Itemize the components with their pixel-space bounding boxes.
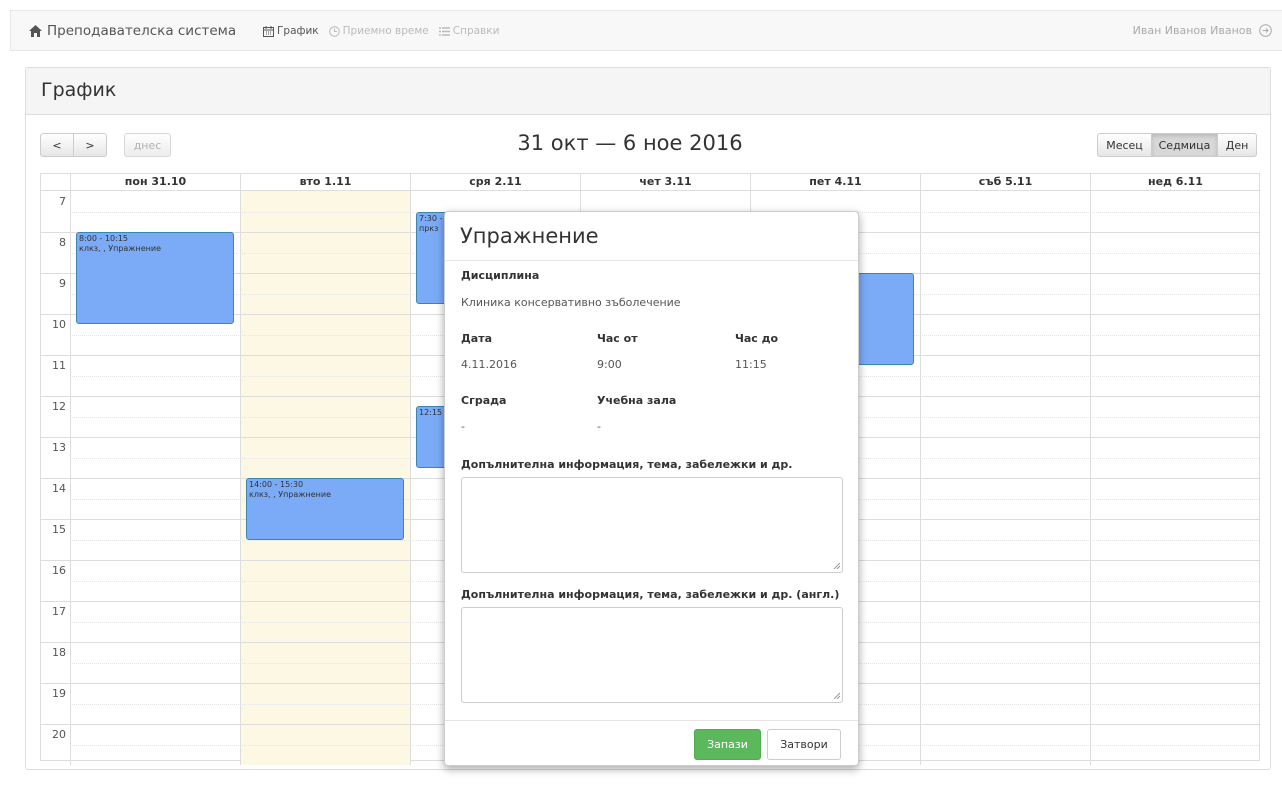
view-week-button[interactable]: Седмица [1151,133,1218,157]
day-header: вто 1.11 [240,174,410,190]
resize-grip-icon[interactable] [833,562,840,569]
today-button-group: днес [124,133,171,157]
hour-label: 17 [52,605,66,618]
list-icon [438,26,450,36]
nav-office-hours[interactable]: Приемно време [328,25,429,37]
info-en-label: Допълнителна информация, тема, забележки… [461,588,840,601]
panel-heading: График [26,68,1270,115]
hour-label: 19 [52,687,66,700]
day-header: пет 4.11 [750,174,920,190]
page-title: График [41,79,117,101]
hour-label: 8 [59,236,66,249]
calendar-event[interactable]: 8:00 - 10:15 клкз, , Упражнение [76,232,234,325]
hour-label: 15 [52,523,66,536]
navbar: Преподавателска система График Приемно в… [10,10,1282,51]
nav-button-group: < > [40,133,107,157]
prev-week-button[interactable]: < [40,133,74,157]
next-week-button[interactable]: > [73,133,107,157]
date-value: 4.11.2016 [461,358,517,371]
hour-label: 20 [52,728,66,741]
hour-label: 7 [59,195,66,208]
event-time: 8:00 - 10:15 [79,234,128,243]
building-value: - [461,420,465,433]
nav-reports-label: Справки [452,25,500,37]
day-header: нед 6.11 [1090,174,1260,190]
user-name: Иван Иванов Иванов [1132,24,1252,37]
modal-title: Упражнение [460,224,599,248]
hour-label: 18 [52,646,66,659]
calendar-event[interactable]: 14:00 - 15:30 клкз, , Упражнение [246,478,404,540]
building-label: Сграда [461,394,507,407]
room-label: Учебна зала [597,394,677,407]
day-header: съб 5.11 [920,174,1090,190]
day-header: пон 31.10 [70,174,240,190]
close-button[interactable]: Затвори [767,729,841,760]
info-en-textarea[interactable] [461,607,843,703]
hour-label: 10 [52,318,66,331]
time-from-label: Час от [597,332,638,345]
time-from-value: 9:00 [597,358,622,371]
time-to-value: 11:15 [735,358,767,371]
hour-label: 13 [52,441,66,454]
discipline-label: Дисциплина [461,269,540,282]
discipline-value: Клиника консервативно зъболечение [461,296,681,309]
view-month-button[interactable]: Месец [1097,133,1152,157]
resize-grip-icon[interactable] [833,692,840,699]
date-label: Дата [461,332,493,345]
view-button-group: Месец Седмица Ден [1097,133,1257,157]
event-title: клкз, , Упражнение [79,244,161,253]
brand-label: Преподавателска система [47,23,237,39]
nav-schedule[interactable]: График [263,25,319,37]
today-button[interactable]: днес [124,133,171,157]
brand-link[interactable]: Преподавателска система [29,23,236,39]
hour-label: 14 [52,482,66,495]
modal-footer-divider [445,720,858,721]
info-label: Допълнителна информация, тема, забележки… [461,458,793,471]
hour-label: 12 [52,400,66,413]
nav-schedule-label: График [277,25,319,37]
hour-label: 9 [59,277,66,290]
nav-links: График Приемно време Справки [263,25,499,37]
nav-office-hours-label: Приемно време [342,25,429,37]
save-button[interactable]: Запази [694,729,761,760]
logout-icon[interactable] [1259,24,1272,37]
day-header: чет 3.11 [580,174,750,190]
hour-label: 16 [52,564,66,577]
info-textarea[interactable] [461,477,843,573]
modal-header-divider [445,260,858,261]
home-icon [29,25,42,37]
day-header: сря 2.11 [410,174,580,190]
event-modal: Упражнение Дисциплина Клиника консервати… [444,211,859,766]
nav-reports[interactable]: Справки [438,25,500,37]
user-menu[interactable]: Иван Иванов Иванов [1133,24,1272,37]
view-day-button[interactable]: Ден [1217,133,1257,157]
time-to-label: Час до [735,332,779,345]
hour-label: 11 [52,359,66,372]
header-divider [41,190,1259,191]
date-range-title: 31 окт — 6 ное 2016 [517,131,743,155]
room-value: - [597,420,601,433]
event-title: клкз, , Упражнение [249,490,331,499]
event-time: 14:00 - 15:30 [249,480,304,489]
calendar-icon [263,25,274,37]
clock-icon [328,25,340,37]
